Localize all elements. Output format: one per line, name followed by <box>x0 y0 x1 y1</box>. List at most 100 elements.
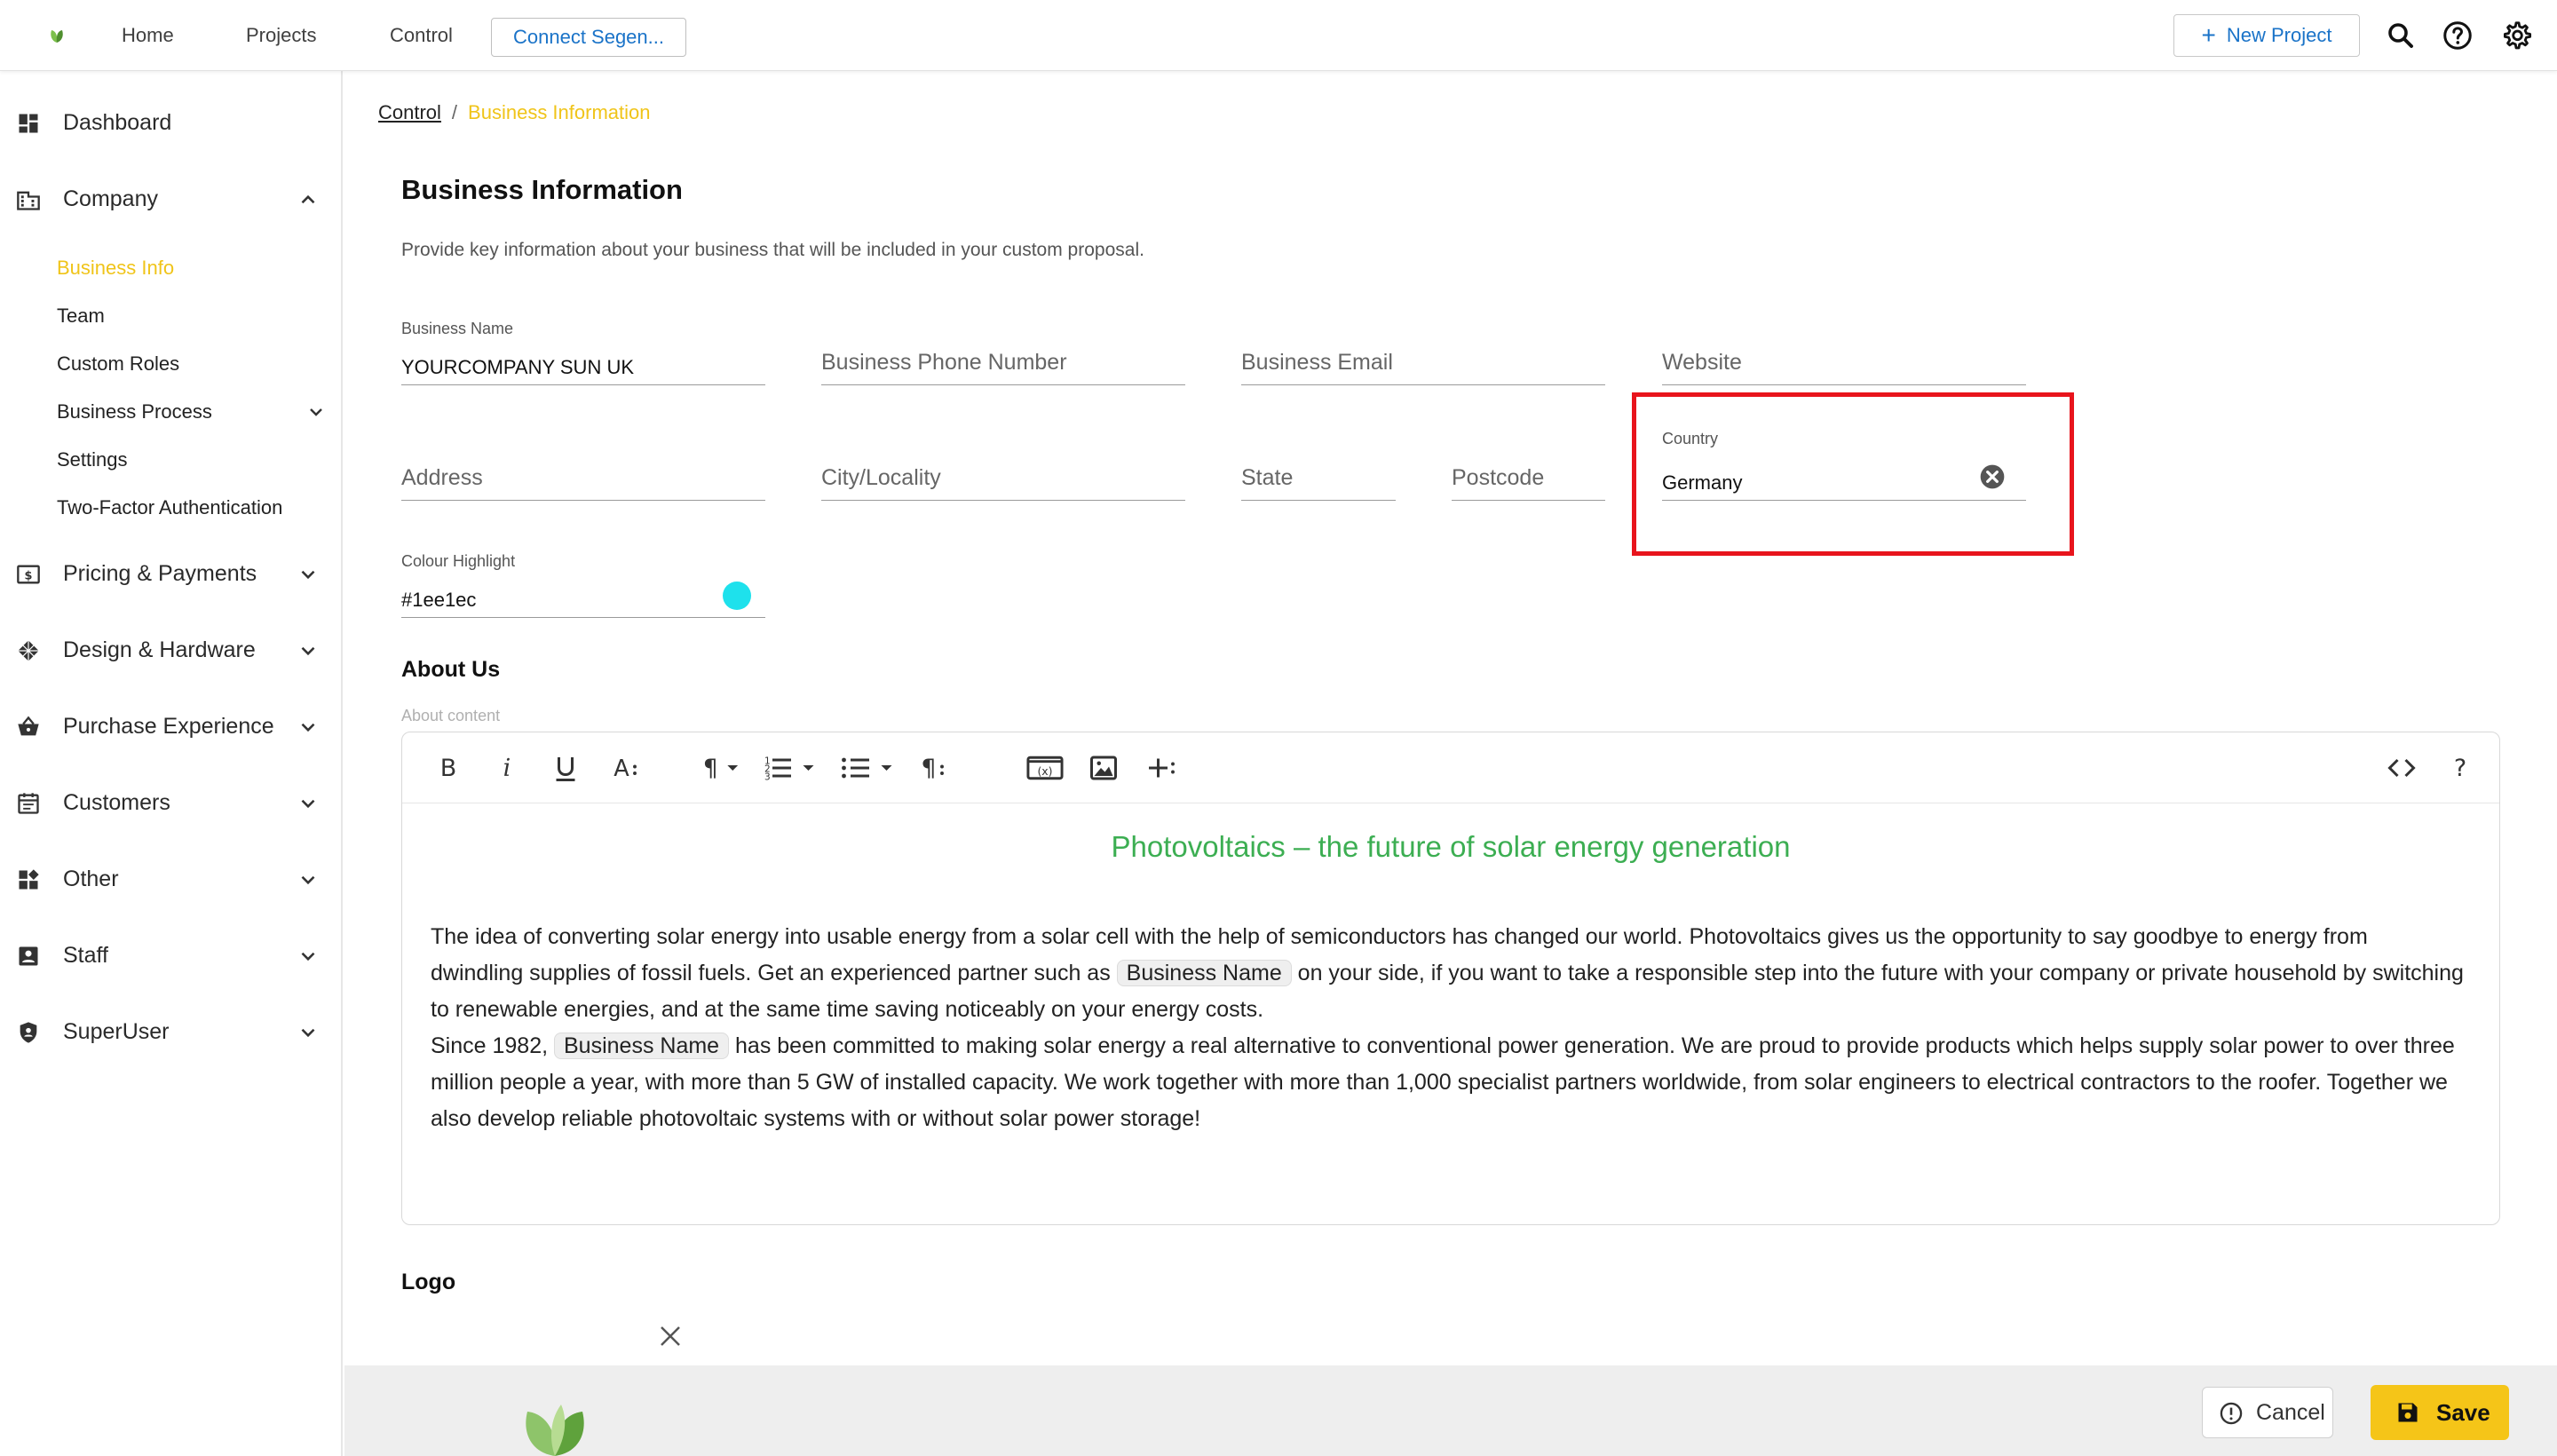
svg-text:(x): (x) <box>1037 764 1052 778</box>
new-project-label: New Project <box>2226 24 2332 46</box>
breadcrumb: Control / Business Information <box>378 101 650 124</box>
city-placeholder: City/Locality <box>821 465 941 490</box>
chevron-down-icon[interactable] <box>297 868 320 891</box>
cancel-button[interactable]: Cancel <box>2202 1387 2333 1438</box>
business-name-chip[interactable]: Business Name <box>1116 960 1292 986</box>
sidebar-label-company: Company <box>63 186 158 211</box>
page-description: Provide key information about your busin… <box>401 240 1144 260</box>
sidebar-item-design[interactable]: Design & Hardware <box>0 623 341 677</box>
calendar-list-icon <box>18 793 39 814</box>
sidebar-label-purchase: Purchase Experience <box>63 714 274 739</box>
sidebar-label-other: Other <box>63 866 119 891</box>
chevron-down-icon[interactable] <box>297 716 320 739</box>
colour-swatch[interactable] <box>723 582 751 610</box>
company-logo-preview <box>526 1405 584 1456</box>
paragraph-style-icon[interactable]: ¶ <box>915 752 947 784</box>
insert-more-icon[interactable] <box>1146 752 1178 784</box>
help-icon[interactable] <box>2442 20 2474 51</box>
new-project-button[interactable]: + New Project <box>2173 14 2360 57</box>
admin-shield-icon <box>20 1022 37 1043</box>
business-email-field[interactable]: Business Email <box>1241 320 1605 385</box>
sidebar-subitem-custom-roles[interactable]: Custom Roles <box>57 346 179 382</box>
colour-highlight-value: #1ee1ec <box>401 589 477 611</box>
nav-control[interactable]: Control <box>390 0 453 71</box>
sidebar-item-company[interactable]: Company <box>0 172 341 226</box>
business-name-value: YOURCOMPANY SUN UK <box>401 356 635 378</box>
svg-text:B: B <box>440 755 457 782</box>
nav-home[interactable]: Home <box>122 0 174 71</box>
svg-text:A: A <box>614 756 629 782</box>
ordered-list-icon[interactable]: 123 <box>759 752 818 784</box>
address-field[interactable]: Address <box>401 435 765 501</box>
widgets-icon <box>19 869 39 890</box>
sidebar-label-dashboard: Dashboard <box>63 110 172 135</box>
italic-icon[interactable]: i <box>491 752 523 784</box>
editor-help-icon[interactable]: ? <box>2444 752 2476 784</box>
code-view-icon[interactable] <box>2386 752 2418 784</box>
business-phone-field[interactable]: Business Phone Number <box>821 320 1185 385</box>
about-body: The idea of converting solar energy into… <box>431 919 2464 1137</box>
building-icon <box>17 191 40 210</box>
business-name-field[interactable]: Business Name YOURCOMPANY SUN UK <box>401 320 765 385</box>
sidebar-subitem-business-info[interactable]: Business Info <box>57 250 174 286</box>
font-size-icon[interactable]: A <box>608 752 640 784</box>
sidebar-item-customers[interactable]: Customers <box>0 776 341 829</box>
state-field[interactable]: State <box>1241 435 1396 501</box>
business-name-chip[interactable]: Business Name <box>554 1033 730 1059</box>
address-placeholder: Address <box>401 465 483 490</box>
website-placeholder: Website <box>1662 350 1742 375</box>
connect-segen-button[interactable]: Connect Segen... <box>491 18 686 57</box>
person-box-icon <box>19 946 38 966</box>
sidebar-subitem-team[interactable]: Team <box>57 298 105 334</box>
bullet-list-icon[interactable] <box>837 752 896 784</box>
svg-text:3: 3 <box>764 772 771 783</box>
svg-text:$: $ <box>25 569 33 582</box>
save-label: Save <box>2436 1399 2490 1426</box>
dollar-receipt-icon: $ <box>17 565 40 584</box>
sidebar-item-other[interactable]: Other <box>0 852 341 906</box>
chevron-down-icon[interactable] <box>305 401 327 423</box>
website-field[interactable]: Website <box>1662 320 2026 385</box>
dashboard-icon <box>19 114 38 133</box>
breadcrumb-separator: / <box>451 101 458 123</box>
settings-gear-icon[interactable] <box>2500 20 2532 51</box>
paragraph-format-icon[interactable]: ¶ <box>699 752 743 784</box>
breadcrumb-control-link[interactable]: Control <box>378 101 441 123</box>
nav-projects[interactable]: Projects <box>246 0 316 71</box>
city-field[interactable]: City/Locality <box>821 435 1185 501</box>
chevron-down-icon[interactable] <box>297 792 320 815</box>
remove-logo-icon[interactable] <box>657 1323 684 1349</box>
sidebar-subitem-business-process[interactable]: Business Process <box>57 394 212 430</box>
sidebar-item-pricing[interactable]: $ Pricing & Payments <box>0 547 341 600</box>
sidebar-item-staff[interactable]: Staff <box>0 929 341 982</box>
editor-toolbar: B i A ¶ 123 ¶ (x) ? <box>402 732 2499 803</box>
chevron-down-icon[interactable] <box>297 563 320 586</box>
underline-icon[interactable] <box>550 752 582 784</box>
chevron-up-icon[interactable] <box>297 188 320 211</box>
sidebar: Dashboard Company Business Info Team Cus… <box>0 71 343 1456</box>
svg-text:i: i <box>503 755 511 782</box>
chevron-down-icon[interactable] <box>297 1021 320 1044</box>
sidebar-subitem-two-factor[interactable]: Two-Factor Authentication <box>57 490 282 526</box>
about-editor[interactable]: B i A ¶ 123 ¶ (x) ? Photovoltaics – the … <box>401 732 2500 1225</box>
business-phone-placeholder: Business Phone Number <box>821 350 1067 375</box>
app-logo-icon[interactable] <box>46 25 67 46</box>
about-us-title: About Us <box>401 657 501 682</box>
save-floppy-icon <box>2398 1403 2418 1422</box>
chevron-down-icon[interactable] <box>297 945 320 968</box>
sidebar-item-purchase[interactable]: Purchase Experience <box>0 700 341 753</box>
sidebar-item-superuser[interactable]: SuperUser <box>0 1005 341 1058</box>
colour-highlight-field[interactable]: Colour Highlight #1ee1ec <box>401 552 765 618</box>
sidebar-label-pricing: Pricing & Payments <box>63 561 257 586</box>
sidebar-subitem-settings[interactable]: Settings <box>57 442 128 478</box>
insert-variable-icon[interactable]: (x) <box>1025 752 1065 784</box>
business-name-label: Business Name <box>401 320 514 337</box>
chevron-down-icon[interactable] <box>297 639 320 662</box>
sidebar-label-design: Design & Hardware <box>63 637 256 662</box>
save-button[interactable]: Save <box>2371 1385 2509 1440</box>
sidebar-item-dashboard[interactable]: Dashboard <box>0 96 341 149</box>
search-icon[interactable] <box>2385 20 2417 51</box>
bold-icon[interactable]: B <box>432 752 464 784</box>
postcode-field[interactable]: Postcode <box>1452 435 1605 501</box>
insert-image-icon[interactable] <box>1088 752 1120 784</box>
